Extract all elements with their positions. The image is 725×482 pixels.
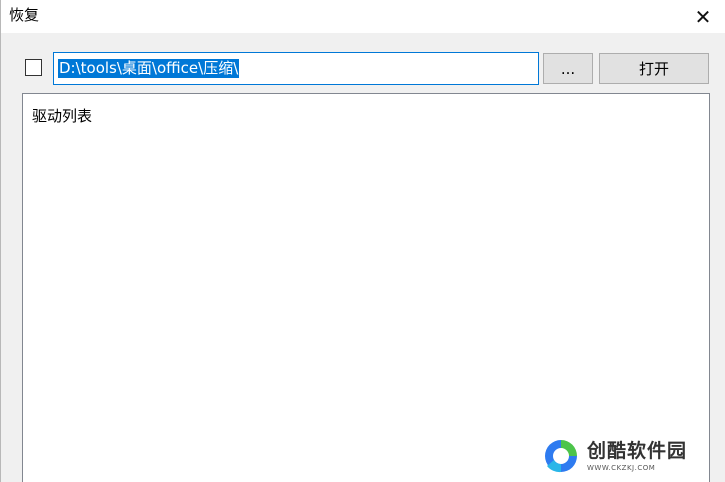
- close-button[interactable]: ✕: [680, 0, 725, 33]
- drive-list[interactable]: 驱动列表: [22, 93, 710, 482]
- watermark-url: WWW.CKZKJ.COM: [587, 464, 656, 472]
- open-button[interactable]: 打开: [599, 53, 709, 84]
- watermark-name: 创酷软件园: [587, 440, 688, 462]
- drive-list-label: 驱动列表: [32, 107, 93, 125]
- title-bar[interactable]: 恢复 ✕: [1, 0, 725, 33]
- path-input-value: D:\tools\桌面\office\压缩\: [58, 59, 240, 78]
- window-title: 恢复: [9, 6, 40, 24]
- browse-button[interactable]: ...: [543, 53, 593, 84]
- watermark-logo-icon: [545, 440, 577, 473]
- path-input[interactable]: D:\tools\桌面\office\压缩\: [53, 52, 539, 85]
- path-checkbox[interactable]: [25, 59, 42, 76]
- close-icon: ✕: [694, 4, 712, 29]
- watermark: 创酷软件园 WWW.CKZKJ.COM: [541, 434, 721, 478]
- recover-dialog: 恢复 ✕ D:\tools\桌面\office\压缩\ ... 打开 驱动列表 …: [0, 0, 725, 482]
